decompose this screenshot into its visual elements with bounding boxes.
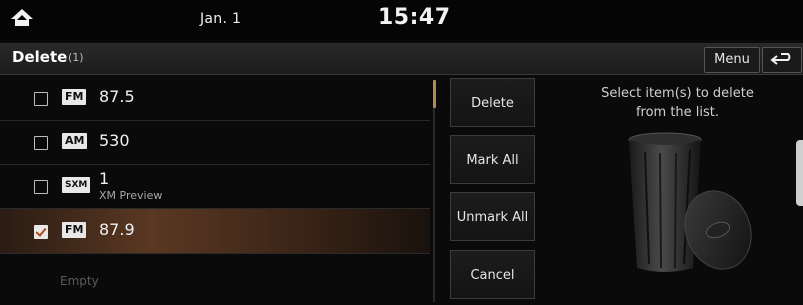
band-badge: SXM (62, 177, 91, 193)
list-item[interactable]: SXM 1 XM Preview (0, 164, 430, 209)
side-handle[interactable] (796, 140, 803, 206)
scrollbar-thumb[interactable] (433, 80, 436, 108)
checkbox[interactable] (34, 180, 48, 194)
scrollbar-track[interactable] (433, 80, 435, 302)
instruction-line-1: Select item(s) to delete (601, 86, 754, 101)
station-subtitle: XM Preview (99, 189, 163, 202)
checkbox[interactable] (34, 92, 48, 106)
mark-all-button[interactable]: Mark All (450, 135, 535, 184)
checkbox[interactable] (34, 136, 48, 150)
page-title: Delete (12, 48, 68, 66)
checkbox-checked[interactable] (34, 225, 48, 239)
status-bar: Jan. 1 15:47 (0, 0, 803, 40)
empty-slot-label: Empty (60, 274, 99, 288)
station-list: FM 87.5 AM 530 SXM 1 XM Preview FM 87.9 (0, 76, 430, 305)
instruction-text: Select item(s) to delete from the list. (575, 84, 780, 122)
station-frequency: 530 (99, 131, 130, 150)
home-icon[interactable] (8, 6, 36, 32)
list-item[interactable]: AM 530 (0, 120, 430, 165)
station-frequency: 87.5 (99, 87, 135, 106)
station-frequency: 87.9 (99, 220, 135, 239)
back-button[interactable] (762, 47, 802, 73)
back-arrow-icon (770, 53, 791, 65)
menu-button[interactable]: Menu (704, 47, 760, 73)
list-item[interactable]: FM 87.5 (0, 76, 430, 121)
band-badge: AM (62, 133, 88, 149)
band-badge: FM (62, 89, 87, 105)
status-date: Jan. 1 (200, 11, 242, 27)
band-badge: FM (62, 222, 87, 238)
page-header: Delete (1) Menu (0, 43, 803, 75)
list-item-selected[interactable]: FM 87.9 (0, 209, 430, 254)
cancel-button[interactable]: Cancel (450, 250, 535, 299)
station-frequency: 1 (99, 169, 110, 188)
trash-can-icon (620, 128, 760, 278)
unmark-all-button[interactable]: Unmark All (450, 192, 535, 241)
status-clock: 15:47 (378, 5, 451, 30)
delete-button[interactable]: Delete (450, 78, 535, 127)
selected-count: (1) (68, 51, 84, 64)
instruction-line-2: from the list. (635, 105, 720, 120)
